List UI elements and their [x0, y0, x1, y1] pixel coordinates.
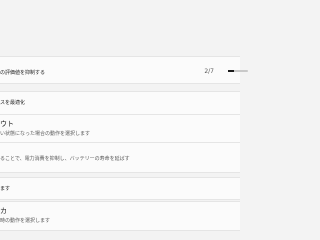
setting-label: スを最適化: [0, 100, 26, 106]
setting-row-timeout[interactable]: ウト い状態になった場合の動作を選択します: [0, 114, 240, 143]
setting-description: い状態になった場合の動作を選択します: [0, 131, 91, 137]
slider-fill: [228, 70, 234, 72]
setting-row-misc[interactable]: ます: [0, 177, 240, 200]
setting-title: カ: [0, 207, 7, 215]
setting-label: ます: [0, 186, 11, 192]
setting-title: ウト: [0, 120, 14, 128]
setting-label: の評価値を抑制する: [0, 70, 46, 76]
setting-description: 時の動作を選択します: [0, 218, 51, 224]
setting-row-optimize[interactable]: スを最適化: [0, 91, 240, 116]
setting-row-action[interactable]: カ 時の動作を選択します: [0, 201, 240, 231]
setting-row-battery[interactable]: ることで、電力消費を抑制し、バッテリーの寿命を延ばす: [0, 142, 240, 173]
setting-description: ることで、電力消費を抑制し、バッテリーの寿命を延ばす: [0, 156, 130, 162]
setting-row-brightness[interactable]: の評価値を抑制する 2/7: [0, 56, 248, 84]
slider-value: 2/7: [204, 68, 214, 75]
slider-track[interactable]: [228, 70, 248, 72]
